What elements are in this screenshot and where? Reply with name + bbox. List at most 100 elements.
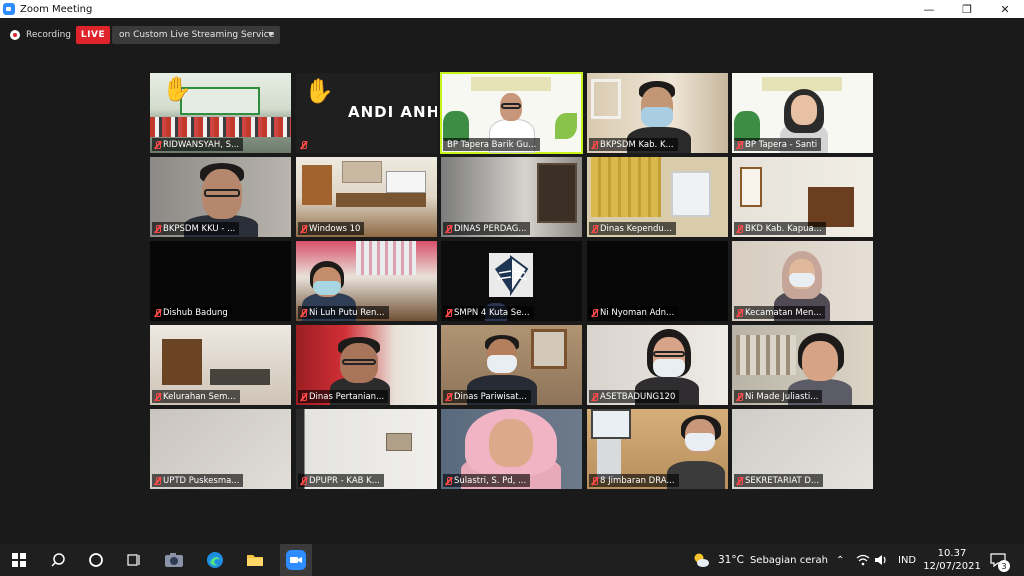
participant-tile[interactable]: ✋ ANDI ANHARU... bbox=[296, 73, 437, 153]
participant-tile[interactable]: Dishub Badung bbox=[150, 241, 291, 321]
desk bbox=[336, 193, 426, 207]
participant-nametag: BKPSDM KKU - ... bbox=[152, 222, 240, 235]
participant-tile[interactable]: Sulastri, S. Pd, ... bbox=[441, 409, 582, 489]
mic-muted-icon bbox=[152, 223, 163, 235]
participant-tile[interactable]: ASETBADUNG120 bbox=[587, 325, 728, 405]
weather-widget[interactable]: 31°C Sebagian cerah bbox=[692, 544, 828, 576]
mic-muted-icon bbox=[734, 391, 745, 403]
face-mask bbox=[653, 359, 685, 377]
clock[interactable]: 10.37 12/07/2021 bbox=[923, 544, 981, 576]
window bbox=[671, 171, 711, 217]
minimize-button[interactable]: — bbox=[910, 0, 948, 18]
participant-nametag: UPTD Puskesma... bbox=[152, 474, 244, 487]
cortana-icon[interactable] bbox=[85, 550, 107, 570]
participant-tile[interactable]: SEKRETARIAT D... bbox=[732, 409, 873, 489]
mic-muted-icon bbox=[443, 475, 454, 487]
volume-icon[interactable] bbox=[874, 544, 888, 576]
mic-muted-icon bbox=[152, 139, 163, 151]
notification-center[interactable]: 3 bbox=[990, 544, 1010, 576]
board bbox=[342, 161, 382, 183]
mic-muted-icon bbox=[298, 475, 309, 487]
participant-nametag: DINAS PERDAG... bbox=[443, 222, 531, 235]
participant-tile[interactable]: Dinas Kependu... bbox=[587, 157, 728, 237]
wall-picture bbox=[386, 433, 412, 451]
glasses bbox=[342, 359, 376, 365]
participant-tile[interactable]: Dinas Pertanian... bbox=[296, 325, 437, 405]
participant-nametag: 8 Jimbaran DRA... bbox=[589, 474, 679, 487]
windows-taskbar: 31°C Sebagian cerah ⌃ IND 10.37 12/07/20… bbox=[0, 544, 1024, 576]
participant-tile[interactable]: BKPSDM KKU - ... bbox=[150, 157, 291, 237]
participant-nametag: Ni Luh Putu Ren... bbox=[298, 306, 389, 319]
file-explorer-icon[interactable] bbox=[244, 550, 266, 570]
recording-label: Recording bbox=[26, 30, 72, 40]
face-mask bbox=[685, 433, 715, 451]
participant-tile[interactable]: Windows 10 bbox=[296, 157, 437, 237]
recording-indicator[interactable]: Recording bbox=[10, 28, 71, 42]
raised-hand-icon: ✋ bbox=[162, 75, 192, 103]
tree-logo bbox=[443, 111, 469, 141]
participant-nametag: SEKRETARIAT D... bbox=[734, 474, 824, 487]
participant-tile[interactable]: BKPSDM Kab. K... bbox=[587, 73, 728, 153]
maximize-button[interactable]: ❐ bbox=[948, 0, 986, 18]
language-indicator[interactable]: IND bbox=[898, 544, 916, 576]
participant-nametag: Dinas Pertanian... bbox=[298, 390, 389, 403]
window-title-bar: Zoom Meeting — ❐ ✕ bbox=[0, 0, 1024, 18]
clock-date: 12/07/2021 bbox=[923, 561, 981, 572]
participant-tile[interactable]: BP Tapera - Santi bbox=[732, 73, 873, 153]
zoom-icon[interactable] bbox=[285, 550, 307, 570]
printer bbox=[597, 439, 621, 479]
partly-sunny-icon bbox=[694, 553, 709, 567]
task-view-icon[interactable] bbox=[123, 550, 145, 570]
network-icon[interactable] bbox=[856, 544, 870, 576]
participant-tile[interactable]: Dinas Pariwisat... bbox=[441, 325, 582, 405]
stream-target-label: on Custom Live Streaming Service bbox=[119, 30, 275, 40]
glasses bbox=[501, 103, 521, 109]
participant-tile-active[interactable]: BP Tapera Barik Gu... bbox=[440, 72, 583, 154]
close-button[interactable]: ✕ bbox=[986, 0, 1024, 18]
participant-tile[interactable]: UPTD Puskesma... bbox=[150, 409, 291, 489]
window-bars bbox=[736, 335, 796, 375]
mic-muted-icon bbox=[734, 139, 745, 151]
participant-nametag: DPUPR - KAB K... bbox=[298, 474, 384, 487]
search-icon[interactable] bbox=[47, 550, 69, 570]
participant-tile[interactable]: BKD Kab. Kapua... bbox=[732, 157, 873, 237]
mic-muted-icon bbox=[152, 391, 163, 403]
mic-muted-icon bbox=[152, 475, 163, 487]
show-hidden-icons[interactable]: ⌃ bbox=[836, 544, 844, 576]
face-mask bbox=[313, 281, 341, 295]
monitor bbox=[591, 409, 631, 439]
mic-muted-icon bbox=[589, 391, 600, 403]
windows-icon[interactable] bbox=[8, 550, 30, 570]
window-title: Zoom Meeting bbox=[20, 3, 93, 15]
weather-text: Sebagian cerah bbox=[749, 554, 828, 566]
participant-tile[interactable]: DPUPR - KAB K... bbox=[296, 409, 437, 489]
mic-muted-icon bbox=[298, 139, 309, 151]
wings-emblem-icon bbox=[489, 253, 533, 297]
participant-nametag: BKD Kab. Kapua... bbox=[734, 222, 826, 235]
live-badge[interactable]: LIVE bbox=[76, 26, 110, 44]
participant-tile[interactable]: Ni Luh Putu Ren... bbox=[296, 241, 437, 321]
participant-tile[interactable]: SMPN 4 Kuta Se... bbox=[441, 241, 582, 321]
mic-muted-icon bbox=[152, 307, 163, 319]
participant-tile[interactable]: ✋ RIDWANSYAH, S... bbox=[150, 73, 291, 153]
participant-tile[interactable]: Kecamatan Men... bbox=[732, 241, 873, 321]
caret-down-icon bbox=[268, 32, 274, 36]
face-mask bbox=[789, 273, 815, 287]
mic-muted-icon bbox=[734, 223, 745, 235]
weather-temp: 31°C bbox=[718, 554, 744, 566]
participant-nametag: BP Tapera - Santi bbox=[734, 138, 822, 151]
person-face bbox=[802, 341, 838, 381]
participant-tile[interactable]: Ni Made Juliasti... bbox=[732, 325, 873, 405]
clock-time: 10.37 bbox=[937, 548, 967, 559]
participant-tile[interactable]: 8 Jimbaran DRA... bbox=[587, 409, 728, 489]
participant-nametag: Dishub Badung bbox=[152, 306, 232, 319]
participant-tile[interactable]: Kelurahan Sem... bbox=[150, 325, 291, 405]
face-mask bbox=[487, 355, 517, 373]
participant-tile[interactable]: DINAS PERDAG... bbox=[441, 157, 582, 237]
camera-icon[interactable] bbox=[163, 550, 185, 570]
cabinet bbox=[808, 187, 854, 227]
participant-tile[interactable]: Ni Nyoman Adn... bbox=[587, 241, 728, 321]
stream-target-dropdown[interactable]: on Custom Live Streaming Service bbox=[112, 26, 280, 44]
door bbox=[302, 165, 332, 205]
edge-icon[interactable] bbox=[204, 550, 226, 570]
